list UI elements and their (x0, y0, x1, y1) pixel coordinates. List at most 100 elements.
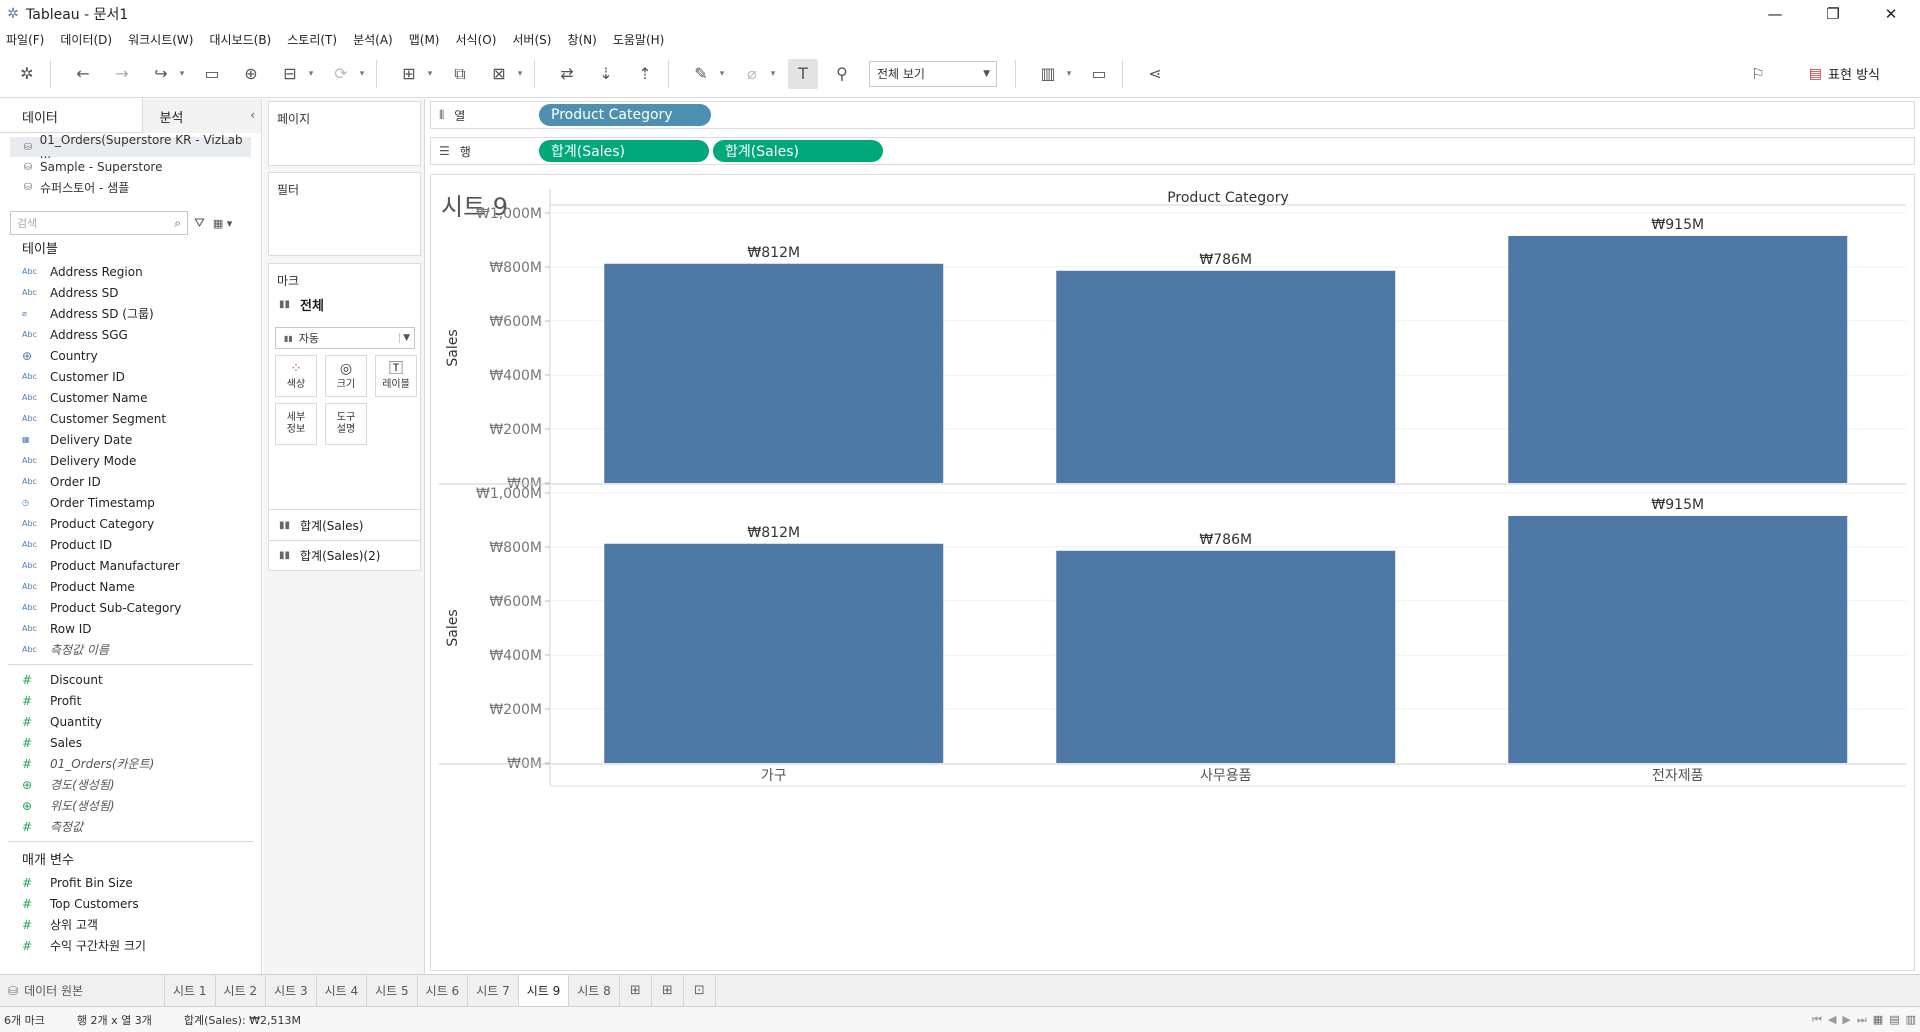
field-item[interactable]: Abc Row ID (0, 618, 261, 639)
chevron-down-icon[interactable]: ▾ (305, 59, 317, 89)
menu-dashboard[interactable]: 대시보드(B) (209, 31, 271, 48)
sheet-tab[interactable]: 시트 7 (468, 974, 519, 1007)
tooltip-button[interactable]: 도구 설명 (325, 403, 367, 445)
field-item[interactable]: # 상위 고객 (0, 914, 261, 935)
menu-analysis[interactable]: 분석(A) (353, 31, 393, 48)
filter-icon[interactable]: ⛛ (194, 216, 205, 231)
field-item[interactable]: Abc Product Name (0, 576, 261, 597)
rows-pill[interactable]: 합계(Sales) (713, 140, 883, 162)
share-icon[interactable]: ⋖ (1140, 59, 1170, 89)
chevron-down-icon[interactable]: ▾ (1063, 59, 1075, 89)
field-item[interactable]: Abc Delivery Mode (0, 450, 261, 471)
menu-data[interactable]: 데이터(D) (60, 31, 112, 48)
rows-shelf[interactable]: ☰ 행 합계(Sales) 합계(Sales) (430, 137, 1915, 165)
minimize-button[interactable]: — (1746, 0, 1804, 28)
sort-descending-icon[interactable]: ⇡ (630, 59, 660, 89)
datasource-item[interactable]: ⛁ Sample - Superstore (0, 157, 261, 177)
search-input[interactable]: 검색 ⌕ (10, 211, 188, 235)
swap-icon[interactable]: ⇄ (552, 59, 582, 89)
menu-story[interactable]: 스토리(T) (287, 31, 337, 48)
field-item[interactable]: Abc Address SGG (0, 324, 261, 345)
rows-pill[interactable]: 합계(Sales) (539, 140, 709, 162)
menu-window[interactable]: 창(N) (567, 31, 596, 48)
fix-axes-icon[interactable]: ⚲ (827, 59, 857, 89)
pages-shelf[interactable]: 페이지 (268, 101, 421, 166)
tab-data[interactable]: 데이터 (0, 99, 142, 133)
detail-button[interactable]: 세부 정보 (275, 403, 317, 445)
field-item[interactable]: ⊕ Country (0, 345, 261, 366)
presentation-mode-icon[interactable]: ▭ (1084, 59, 1114, 89)
sort-ascending-icon[interactable]: ⇣ (591, 59, 621, 89)
field-item[interactable]: # Quantity (0, 711, 261, 732)
duplicate-icon[interactable]: ⧉ (445, 59, 475, 89)
field-item[interactable]: Abc Product Manufacturer (0, 555, 261, 576)
datasource-item[interactable]: ⛁ 슈퍼스토어 - 샘플 (0, 177, 261, 197)
color-button[interactable]: ⁘ 색상 (275, 355, 317, 397)
first-sheet-icon[interactable]: ⏮ (1812, 1013, 1822, 1027)
pin-icon[interactable]: ⚐ (1746, 62, 1770, 86)
sheet-tab[interactable]: 시트 6 (418, 974, 469, 1007)
field-item[interactable]: Abc Product ID (0, 534, 261, 555)
field-item[interactable]: Abc Product Sub-Category (0, 597, 261, 618)
field-item[interactable]: Abc Customer ID (0, 366, 261, 387)
filmstrip-icon[interactable]: ▤ (1889, 1013, 1899, 1026)
replay-icon[interactable]: ↪ (146, 59, 176, 89)
menu-format[interactable]: 서식(O) (456, 31, 497, 48)
marks-all-header[interactable]: ▮▮ 전체 (269, 289, 420, 319)
field-item[interactable]: ▦ Delivery Date (0, 429, 261, 450)
size-button[interactable]: ◎ 크기 (325, 355, 367, 397)
field-item[interactable]: ⊕ 위도(생성됨) (0, 795, 261, 816)
fit-select[interactable]: 전체 보기 ▼ (869, 60, 997, 87)
field-item[interactable]: Abc Customer Segment (0, 408, 261, 429)
sheet-tab[interactable]: 시트 1 (165, 974, 216, 1007)
tabs-icon[interactable]: ▥ (1906, 1013, 1916, 1026)
pause-updates-icon[interactable]: ⊟ (275, 59, 305, 89)
field-item[interactable]: ◷ Order Timestamp (0, 492, 261, 513)
field-item[interactable]: # 측정값 (0, 816, 261, 837)
datasource-item[interactable]: ⛁ 01_Orders(Superstore KR - VizLab ... (10, 133, 251, 161)
last-sheet-icon[interactable]: ⏭ (1857, 1013, 1867, 1027)
sheet-tab[interactable]: 시트 5 (367, 974, 418, 1007)
field-item[interactable]: # Profit (0, 690, 261, 711)
sheet-sorter-icon[interactable]: ▦ (1873, 1013, 1883, 1026)
group-icon[interactable]: ⌀ (737, 59, 767, 89)
new-dashboard-icon[interactable]: ⊞ (652, 974, 684, 1007)
chevron-down-icon[interactable]: ▾ (176, 59, 188, 89)
tab-analysis[interactable]: 분석 (142, 99, 261, 133)
undo-icon[interactable]: ← (68, 59, 98, 89)
new-story-icon[interactable]: ⊡ (684, 974, 716, 1007)
highlight-icon[interactable]: ✎ (686, 59, 716, 89)
field-item[interactable]: Abc Customer Name (0, 387, 261, 408)
show-labels-icon[interactable]: T (788, 58, 818, 89)
sheet-tab[interactable]: 시트 2 (216, 974, 267, 1007)
chevron-down-icon[interactable]: ▾ (716, 59, 728, 89)
refresh-icon[interactable]: ⟳ (326, 59, 356, 89)
columns-pill[interactable]: Product Category (539, 104, 711, 126)
field-item[interactable]: Abc Order ID (0, 471, 261, 492)
restore-button[interactable]: ❐ (1804, 0, 1862, 28)
chevron-down-icon[interactable]: ▾ (356, 59, 368, 89)
chevron-down-icon[interactable]: ▾ (767, 59, 779, 89)
field-item[interactable]: ⌀ Address SD (그룹) (0, 303, 261, 324)
marks-sheet-item[interactable]: ▮▮ 합계(Sales) (269, 510, 420, 540)
marks-sheet-item[interactable]: ▮▮ 합계(Sales)(2) (269, 540, 420, 570)
prev-sheet-icon[interactable]: ◀ (1828, 1013, 1836, 1026)
menu-worksheet[interactable]: 워크시트(W) (128, 31, 193, 48)
save-icon[interactable]: ▭ (197, 59, 227, 89)
show-cards-icon[interactable]: ▥ (1033, 59, 1063, 89)
sheet-tab[interactable]: 시트 9 (518, 974, 570, 1007)
show-me-button[interactable]: ▤ 표현 방식 (1809, 64, 1880, 84)
view-options-icon[interactable]: ▦ ▾ (213, 217, 232, 230)
field-item[interactable]: # Top Customers (0, 893, 261, 914)
next-sheet-icon[interactable]: ▶ (1842, 1013, 1850, 1026)
field-item[interactable]: # Profit Bin Size (0, 872, 261, 893)
field-item[interactable]: Abc Product Category (0, 513, 261, 534)
field-item[interactable]: # Discount (0, 669, 261, 690)
field-item[interactable]: Abc 측정값 이름 (0, 639, 261, 660)
new-datasource-icon[interactable]: ⊕ (236, 59, 266, 89)
label-button[interactable]: 🅃 레이블 (375, 355, 417, 397)
redo-icon[interactable]: → (107, 59, 137, 89)
columns-shelf[interactable]: ⦀ 열 Product Category (430, 101, 1915, 129)
mark-type-select[interactable]: ▮▮ 자동 ▼ (275, 327, 415, 349)
field-item[interactable]: # Sales (0, 732, 261, 753)
